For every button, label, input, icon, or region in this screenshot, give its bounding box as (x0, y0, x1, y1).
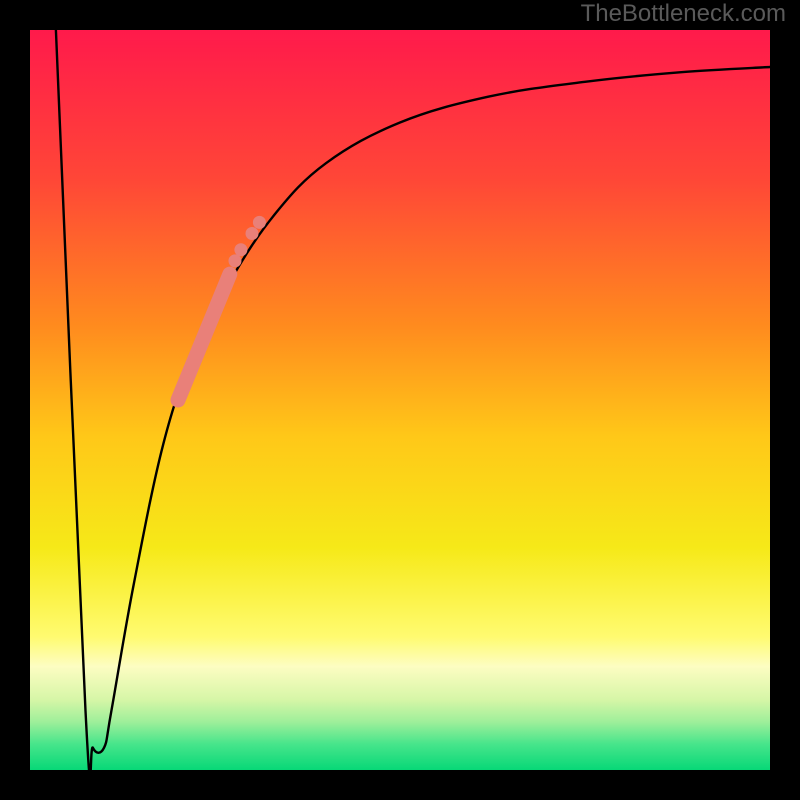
highlight-point (234, 243, 247, 256)
frame-bottom (0, 770, 800, 800)
frame-left (0, 0, 30, 800)
frame-right (770, 0, 800, 800)
plot-background (30, 30, 770, 770)
highlight-point (246, 227, 259, 240)
bottleneck-chart (0, 0, 800, 800)
chart-frame: TheBottleneck.com (0, 0, 800, 800)
highlight-point (253, 216, 266, 229)
watermark-text: TheBottleneck.com (581, 0, 786, 28)
highlight-point (228, 254, 241, 267)
